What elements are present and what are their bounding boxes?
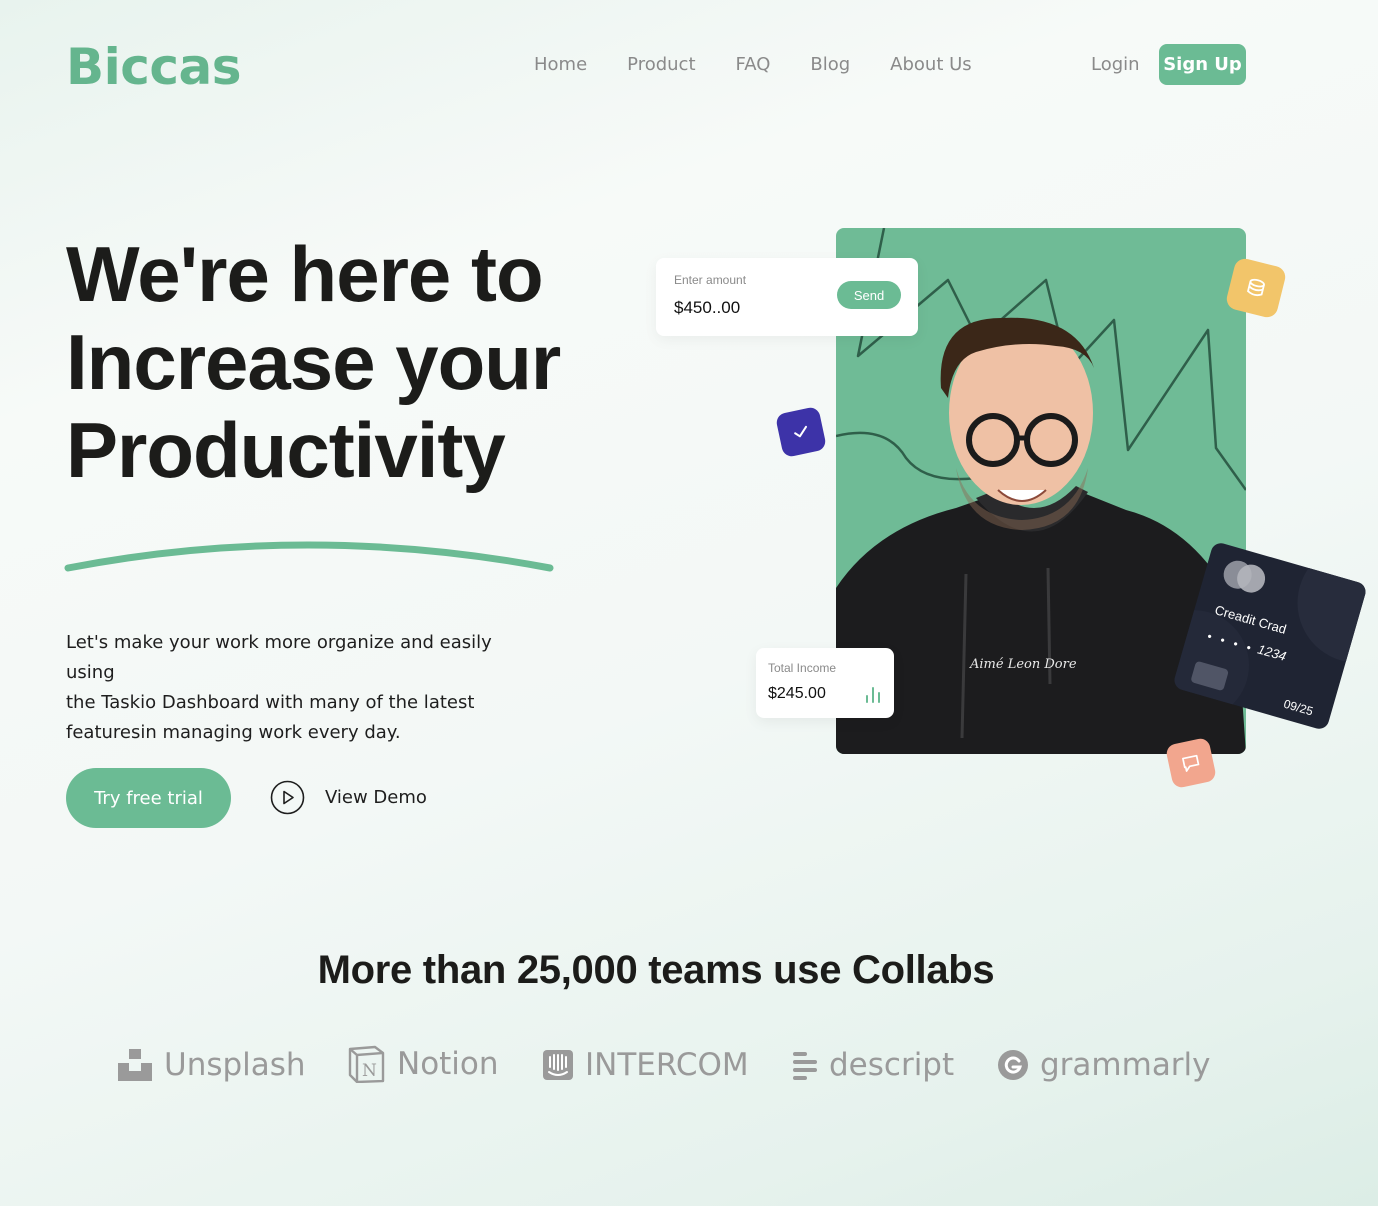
main-nav: Home Product FAQ Blog About Us	[534, 54, 972, 75]
checkmark-glyph	[794, 425, 808, 438]
check-icon	[774, 405, 828, 459]
enter-amount-card: Enter amount $450..00 Send	[656, 258, 918, 336]
hero-title-line: Productivity	[66, 406, 506, 494]
notion-icon: N	[348, 1045, 385, 1083]
income-caption: Total Income	[768, 661, 837, 675]
nav-faq-link[interactable]: FAQ	[736, 54, 771, 75]
brand-intercom: INTERCOM	[543, 1047, 749, 1083]
intercom-icon	[543, 1050, 573, 1080]
income-value: $245.00	[768, 685, 826, 702]
amount-caption: Enter amount	[674, 273, 747, 287]
card-number: 1234	[1255, 641, 1288, 664]
svg-text:Aimé Leon Dore: Aimé Leon Dore	[969, 657, 1077, 672]
nav-about-link[interactable]: About Us	[890, 54, 972, 75]
hero-description-line: featuresin managing work every day.	[66, 722, 401, 743]
logo[interactable]: Biccas	[66, 38, 242, 96]
hero-underline	[64, 541, 554, 572]
brand-name: Unsplash	[164, 1047, 306, 1083]
brand-unsplash: Unsplash	[118, 1047, 306, 1083]
chat-icon	[1164, 736, 1218, 790]
svg-text:N: N	[362, 1061, 377, 1081]
hero-description: Let's make your work more organize and e…	[66, 628, 536, 748]
bar-chart-icon	[866, 687, 880, 703]
hero-title-line: We're here to	[66, 230, 544, 318]
brand-descript: descript	[793, 1047, 954, 1083]
play-icon	[270, 780, 305, 815]
brand-notion: N Notion	[347, 1045, 499, 1083]
login-link[interactable]: Login	[1091, 54, 1140, 75]
nav-product-link[interactable]: Product	[627, 54, 695, 75]
unsplash-icon	[118, 1049, 152, 1081]
nav-blog-link[interactable]: Blog	[810, 54, 850, 75]
descript-icon	[793, 1052, 817, 1080]
nav-home-link[interactable]: Home	[534, 54, 587, 75]
social-proof-heading: More than 25,000 teams use Collabs	[317, 948, 995, 992]
hero-title: We're here to Increase your Productivity	[66, 230, 666, 494]
brand-name: grammarly	[1040, 1047, 1211, 1083]
hero-description-line: the Taskio Dashboard with many of the la…	[66, 692, 475, 713]
send-button[interactable]: Send	[837, 281, 901, 309]
brand-name: descript	[829, 1047, 955, 1083]
try-free-trial-button[interactable]: Try free trial	[66, 768, 231, 828]
view-demo-button[interactable]: View Demo	[270, 780, 427, 815]
brand-name: INTERCOM	[585, 1047, 749, 1083]
signup-button[interactable]: Sign Up	[1159, 44, 1246, 85]
amount-value[interactable]: $450..00	[674, 298, 740, 318]
hero-title-line: Increase your	[66, 318, 561, 406]
view-demo-label: View Demo	[325, 787, 427, 808]
coins-glyph	[1246, 278, 1265, 297]
card-expiry: 09/25	[1282, 696, 1315, 719]
brand-grammarly: grammarly	[998, 1047, 1211, 1083]
grammarly-icon	[998, 1050, 1028, 1080]
hero-description-line: Let's make your work more organize and e…	[66, 632, 492, 683]
total-income-card: Total Income $245.00	[756, 648, 894, 718]
chat-glyph	[1182, 754, 1200, 772]
card-decoration	[1283, 540, 1368, 678]
brand-name: Notion	[397, 1046, 499, 1082]
